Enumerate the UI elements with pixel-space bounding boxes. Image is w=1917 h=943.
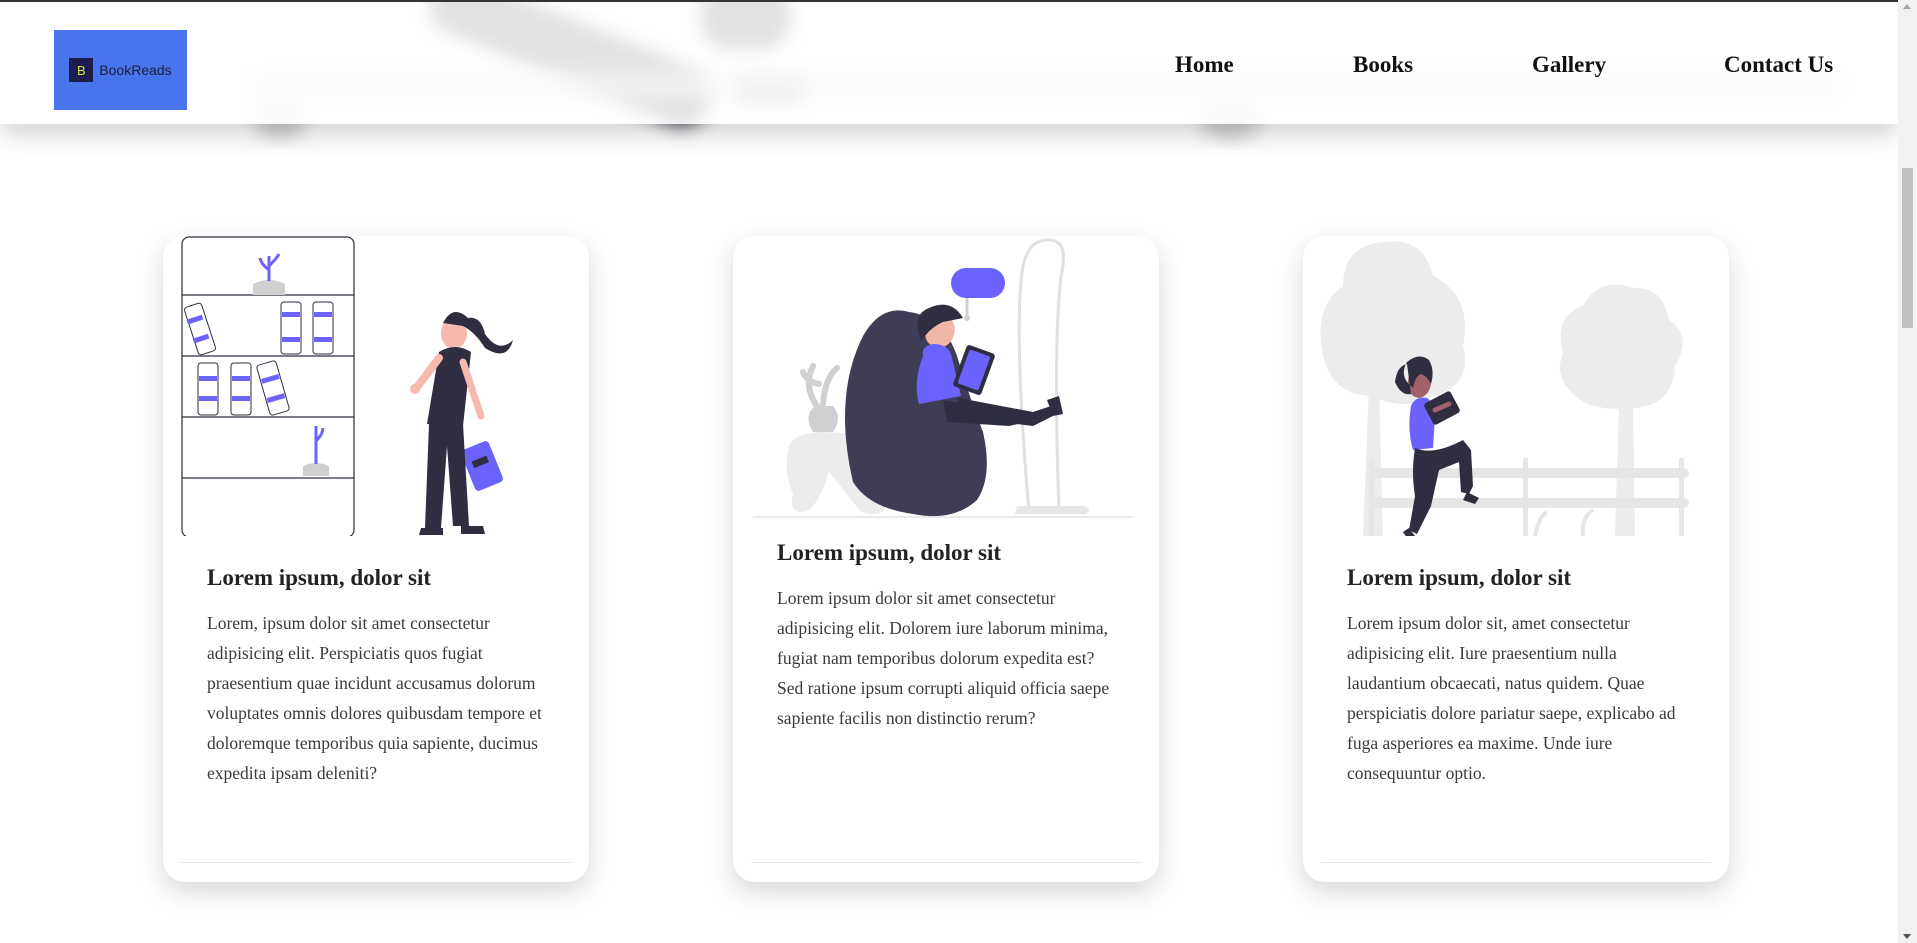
card-footer-divider: [181, 862, 571, 863]
card-title: Lorem ipsum, dolor sit: [777, 540, 1002, 565]
book-card-1: Lorem ipsum, dolor sit Lorem, ipsum dolo…: [163, 236, 589, 882]
window-top-border: [0, 0, 1898, 2]
site-header: B BookReads Home Books Gallery Contact U…: [0, 0, 1898, 124]
card-text: Lorem, ipsum dolor sit amet consectetur …: [207, 613, 542, 783]
card-title: Lorem ipsum, dolor sit: [207, 565, 432, 590]
card-title: Lorem ipsum, dolor sit: [1347, 565, 1572, 590]
main-nav: Home Books Gallery Contact Us: [0, 52, 1898, 82]
book-card-2: Lorem ipsum, dolor sit Lorem ipsum dolor…: [733, 236, 1159, 882]
reading-on-fence-illustration: [1320, 241, 1689, 536]
page-scrollbar[interactable]: [1898, 0, 1917, 943]
nav-books[interactable]: Books: [1353, 52, 1413, 78]
woman-at-bookshelf-illustration: [181, 236, 513, 536]
scrollbar-thumb[interactable]: [1902, 168, 1913, 328]
card-text: Lorem ipsum dolor sit amet consectetur a…: [777, 588, 1110, 728]
nav-contact-us[interactable]: Contact Us: [1724, 52, 1833, 78]
card-footer-divider: [1321, 862, 1711, 863]
nav-gallery[interactable]: Gallery: [1532, 52, 1606, 78]
reading-in-armchair-illustration: [753, 238, 1133, 518]
nav-home[interactable]: Home: [1175, 52, 1234, 78]
scroll-up-arrow-icon[interactable]: [1903, 4, 1911, 9]
scroll-down-arrow-icon[interactable]: [1903, 934, 1911, 939]
card-footer-divider: [751, 862, 1141, 863]
book-card-3: Lorem ipsum, dolor sit Lorem ipsum dolor…: [1303, 236, 1729, 882]
card-text: Lorem ipsum dolor sit, amet consectetur …: [1347, 613, 1676, 783]
